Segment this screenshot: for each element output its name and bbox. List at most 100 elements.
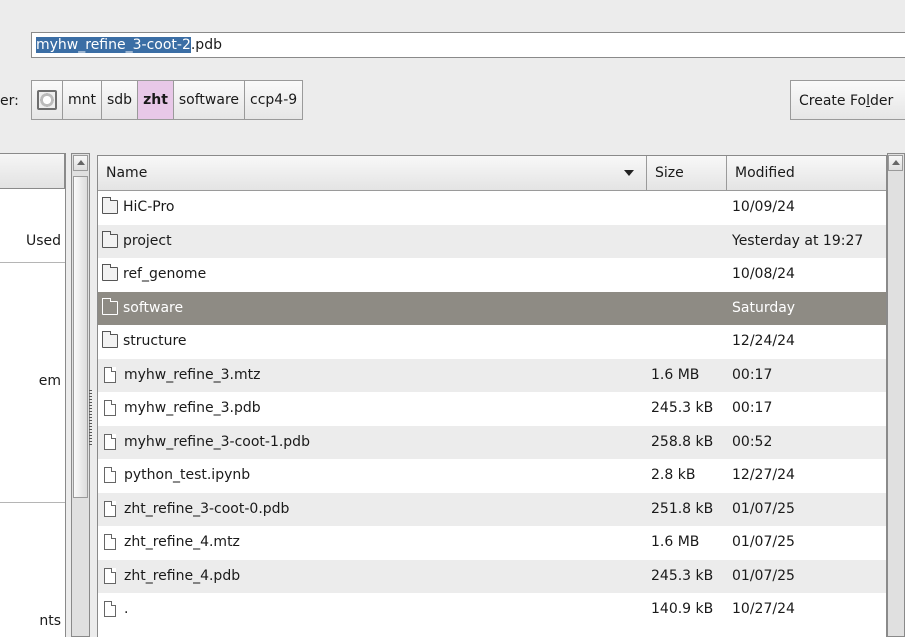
file-name-cell: zht_refine_4.mtz bbox=[102, 534, 240, 550]
file-name-cell: myhw_refine_3.pdb bbox=[102, 400, 261, 416]
path-home-button[interactable] bbox=[31, 80, 63, 120]
save-in-folder-label: er: bbox=[0, 93, 19, 109]
folder-icon bbox=[102, 264, 118, 281]
file-name-cell: ref_genome bbox=[102, 264, 207, 282]
path-bar: mnt sdb zht software ccp4-9 bbox=[31, 80, 304, 120]
file-name-cell: myhw_refine_3-coot-1.pdb bbox=[102, 433, 310, 450]
file-name: structure bbox=[123, 333, 187, 349]
file-size: 245.3 kB bbox=[651, 400, 714, 416]
file-modified: 01/07/25 bbox=[732, 567, 795, 584]
file-modified: 00:52 bbox=[732, 433, 773, 450]
file-name: . bbox=[124, 601, 129, 617]
file-modified: 10/09/24 bbox=[732, 199, 795, 215]
places-separator bbox=[0, 262, 65, 263]
file-modified: 12/24/24 bbox=[732, 333, 795, 349]
folder-row[interactable]: HiC-Pro 10/09/24 bbox=[98, 191, 886, 225]
file-name: project bbox=[123, 232, 172, 249]
file-size: 258.8 kB bbox=[651, 433, 714, 450]
path-button-mnt[interactable]: mnt bbox=[62, 80, 102, 120]
file-name: python_test.ipynb bbox=[124, 467, 251, 483]
places-separator bbox=[0, 502, 65, 503]
file-size: 1.6 MB bbox=[651, 366, 700, 383]
column-header-name[interactable]: Name bbox=[98, 156, 647, 191]
file-row[interactable]: myhw_refine_3.pdb 245.3 kB 00:17 bbox=[98, 392, 886, 426]
file-name: zht_refine_4.pdb bbox=[124, 567, 241, 584]
path-button-ccp4-9[interactable]: ccp4-9 bbox=[244, 80, 304, 120]
scroll-up-arrow-icon[interactable] bbox=[73, 155, 88, 171]
file-modified: 12/27/24 bbox=[732, 467, 795, 483]
file-name-cell: . bbox=[102, 601, 128, 617]
file-row[interactable]: . 140.9 kB 10/27/24 bbox=[98, 593, 886, 627]
file-row[interactable]: myhw_refine_3-coot-1.pdb 258.8 kB 00:52 bbox=[98, 425, 886, 459]
file-icon bbox=[104, 467, 116, 483]
file-icon bbox=[104, 500, 116, 517]
file-name: myhw_refine_3.mtz bbox=[124, 366, 261, 383]
file-modified: 01/07/25 bbox=[732, 500, 795, 517]
create-folder-label-start: Create Fo bbox=[799, 93, 867, 109]
folder-row[interactable]: software Saturday bbox=[98, 291, 886, 325]
place-documents[interactable]: nts bbox=[39, 613, 61, 629]
file-name-cell: zht_refine_3-coot-0.pdb bbox=[102, 500, 290, 517]
file-name-cell: python_test.ipynb bbox=[102, 467, 250, 483]
file-name-cell: myhw_refine_3.mtz bbox=[102, 366, 261, 383]
filename-input[interactable]: myhw_refine_3-coot-2.pdb bbox=[31, 32, 905, 58]
file-modified: 10/08/24 bbox=[732, 266, 795, 282]
home-icon bbox=[37, 90, 57, 110]
file-modified: Yesterday at 19:27 bbox=[732, 232, 864, 249]
file-name-cell: HiC-Pro bbox=[102, 197, 175, 215]
file-list: Name Size Modified HiC-Pro 10/09/24 projec… bbox=[97, 155, 887, 637]
folder-row[interactable]: structure 12/24/24 bbox=[98, 325, 886, 359]
column-header-size[interactable]: Size bbox=[647, 156, 727, 191]
file-modified: 01/07/25 bbox=[732, 534, 795, 550]
file-name: ref_genome bbox=[123, 266, 207, 282]
places-column-header[interactable] bbox=[0, 153, 65, 189]
sort-descending-icon bbox=[624, 170, 634, 176]
file-row[interactable]: zht_refine_3-coot-0.pdb 251.8 kB 01/07/25 bbox=[98, 492, 886, 526]
pane-resize-handle[interactable] bbox=[89, 390, 92, 446]
file-size: 2.8 kB bbox=[651, 467, 696, 483]
file-name: HiC-Pro bbox=[123, 199, 175, 215]
file-size: 251.8 kB bbox=[651, 500, 714, 517]
folder-icon bbox=[102, 297, 118, 315]
folder-row[interactable]: project Yesterday at 19:27 bbox=[98, 224, 886, 258]
path-button-zht[interactable]: zht bbox=[137, 80, 174, 120]
file-row[interactable]: python_test.ipynb 2.8 kB 12/27/24 bbox=[98, 459, 886, 493]
folder-icon bbox=[102, 331, 118, 348]
path-button-sdb[interactable]: sdb bbox=[101, 80, 139, 120]
file-name: zht_refine_3-coot-0.pdb bbox=[124, 500, 290, 517]
places-scrollbar-thumb[interactable] bbox=[73, 176, 88, 498]
create-folder-button[interactable]: Create Folder bbox=[790, 80, 905, 120]
file-size: 1.6 MB bbox=[651, 534, 700, 550]
scroll-up-arrow-icon[interactable] bbox=[888, 155, 903, 171]
filename-extension: .pdb bbox=[190, 37, 222, 53]
column-header-modified[interactable]: Modified bbox=[727, 156, 886, 191]
file-icon bbox=[104, 400, 116, 416]
file-row[interactable]: zht_refine_4.mtz 1.6 MB 01/07/25 bbox=[98, 526, 886, 560]
file-name-cell: software bbox=[102, 297, 184, 316]
file-name: myhw_refine_3-coot-1.pdb bbox=[124, 433, 310, 450]
file-row[interactable]: myhw_refine_3.mtz 1.6 MB 00:17 bbox=[98, 358, 886, 392]
file-size: 245.3 kB bbox=[651, 567, 714, 584]
file-size: 140.9 kB bbox=[651, 601, 714, 617]
file-icon bbox=[104, 534, 116, 550]
folder-icon bbox=[102, 230, 118, 248]
file-icon bbox=[104, 567, 116, 584]
file-modified: Saturday bbox=[732, 299, 796, 316]
file-name-cell: project bbox=[102, 230, 172, 249]
file-modified: 00:17 bbox=[732, 366, 773, 383]
folder-row[interactable]: ref_genome 10/08/24 bbox=[98, 258, 886, 292]
file-name: software bbox=[123, 299, 184, 316]
file-modified: 00:17 bbox=[732, 400, 773, 416]
file-list-scrollbar[interactable] bbox=[887, 153, 905, 637]
path-button-software[interactable]: software bbox=[172, 80, 246, 120]
place-file-system[interactable]: em bbox=[39, 373, 61, 389]
file-name-cell: zht_refine_4.pdb bbox=[102, 567, 241, 584]
places-scrollbar[interactable] bbox=[71, 153, 90, 637]
place-recently-used[interactable]: Used bbox=[26, 233, 61, 249]
create-folder-label-end: der bbox=[869, 93, 894, 109]
file-icon bbox=[104, 601, 116, 617]
file-name: zht_refine_4.mtz bbox=[124, 534, 240, 550]
file-row[interactable]: zht_refine_4.pdb 245.3 kB 01/07/25 bbox=[98, 559, 886, 593]
file-name: myhw_refine_3.pdb bbox=[124, 400, 261, 416]
file-icon bbox=[104, 433, 116, 450]
